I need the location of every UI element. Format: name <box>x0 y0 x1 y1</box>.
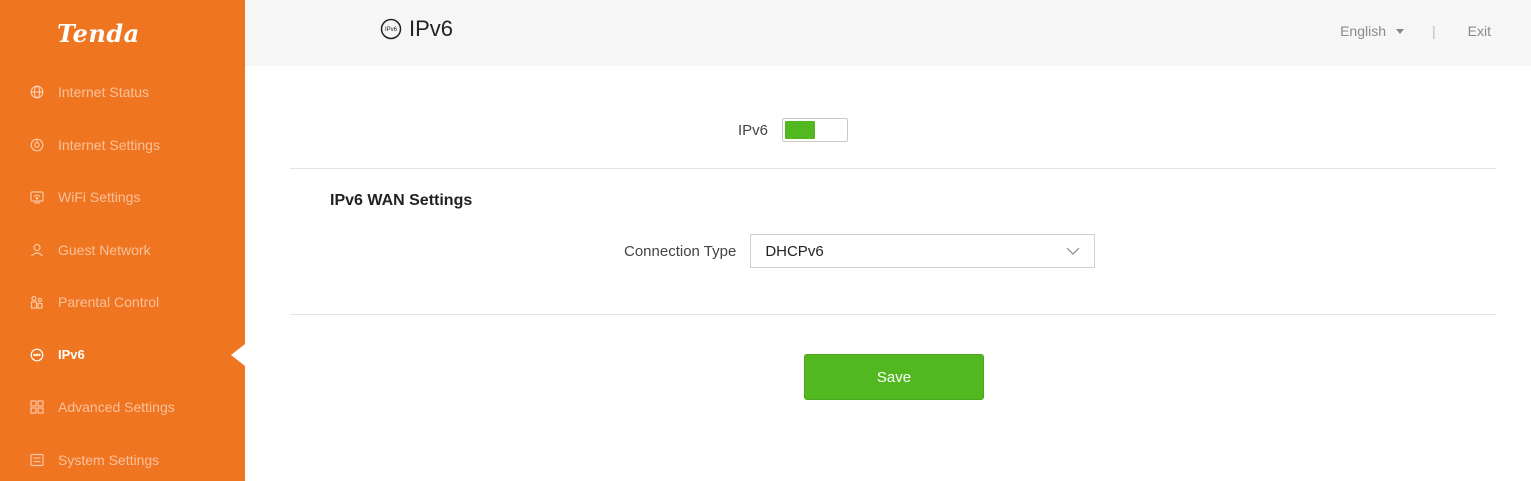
parental-icon <box>30 295 44 309</box>
section-divider <box>290 168 1496 169</box>
sidebar-item-internet-settings[interactable]: Internet Settings <box>0 119 245 172</box>
sidebar-item-system-settings[interactable]: System Settings <box>0 434 245 481</box>
sidebar-item-parental-control[interactable]: Parental Control <box>0 276 245 329</box>
ipv6-icon <box>30 348 44 362</box>
sidebar-item-label: Internet Status <box>58 84 150 101</box>
page-title-text: IPv6 <box>409 16 454 41</box>
connection-type-select[interactable]: DHCPv6 <box>750 234 1096 268</box>
sidebar-item-advanced-settings[interactable]: Advanced Settings <box>0 381 245 434</box>
sidebar-item-label: Internet Settings <box>58 136 160 153</box>
sidebar-item-label: WiFi Settings <box>58 189 141 206</box>
ipv6-toggle[interactable] <box>782 118 849 142</box>
language-dropdown[interactable]: English <box>1340 23 1405 39</box>
svg-text:IPv6: IPv6 <box>385 27 398 33</box>
section-divider <box>290 314 1496 315</box>
sidebar-item-wifi-settings[interactable]: WiFi Settings <box>0 171 245 224</box>
sidebar-item-label: Parental Control <box>58 294 160 311</box>
sidebar-item-ipv6[interactable]: IPv6 <box>0 329 245 382</box>
top-header: IPv6 IPv6 English | Exit <box>245 0 1531 66</box>
connection-type-label: Connection Type <box>624 242 737 260</box>
network-icon <box>30 138 44 152</box>
exit-link[interactable]: Exit <box>1468 23 1491 39</box>
wifi-icon <box>30 190 44 204</box>
sidebar-item-label: Advanced Settings <box>58 399 175 416</box>
header-separator: | <box>1432 23 1436 39</box>
page-title: IPv6 IPv6 <box>380 16 453 42</box>
ipv6-icon: IPv6 <box>380 18 402 40</box>
guest-icon <box>30 243 44 257</box>
sidebar-item-guest-network[interactable]: Guest Network <box>0 224 245 277</box>
toggle-on-indicator <box>785 121 816 139</box>
chevron-down-icon <box>1066 247 1080 255</box>
save-button[interactable]: Save <box>804 354 984 400</box>
caret-down-icon <box>1396 28 1405 34</box>
system-icon <box>30 453 44 467</box>
language-label: English <box>1340 23 1387 39</box>
header-actions: English | Exit <box>1340 23 1491 39</box>
globe-icon <box>30 85 44 99</box>
sidebar-item-label: IPv6 <box>58 347 85 363</box>
sidebar-item-label: System Settings <box>58 451 160 468</box>
ipv6-toggle-label: IPv6 <box>738 121 769 139</box>
sidebar-item-label: Guest Network <box>58 241 151 258</box>
section-title: IPv6 WAN Settings <box>330 192 473 209</box>
grid-icon <box>30 400 44 414</box>
connection-type-value: DHCPv6 <box>765 242 824 260</box>
sidebar-nav: Internet Status Internet Settings WiFi S… <box>0 66 245 481</box>
sidebar: Tenda Internet Status Internet Settings … <box>0 0 245 481</box>
connection-type-row: Connection Type DHCPv6 <box>624 234 1096 268</box>
tenda-logo: Tenda <box>57 19 140 48</box>
ipv6-toggle-row: IPv6 <box>738 118 849 142</box>
sidebar-item-internet-status[interactable]: Internet Status <box>0 66 245 119</box>
